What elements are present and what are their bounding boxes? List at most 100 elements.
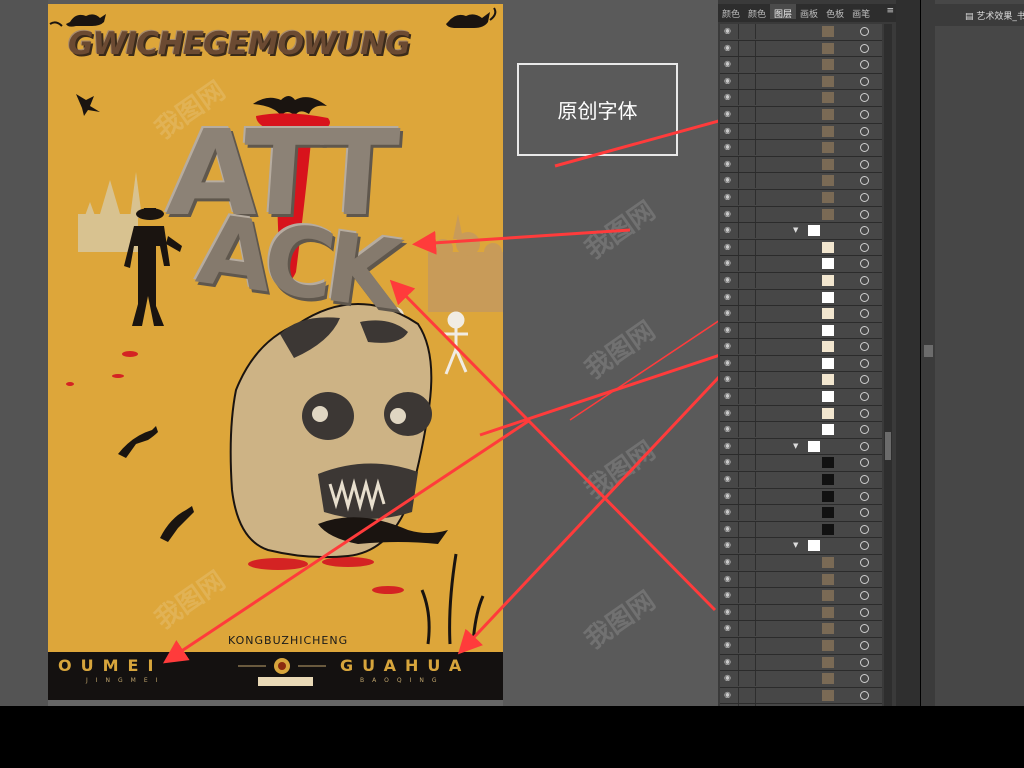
layer-target-circle[interactable] bbox=[860, 159, 869, 169]
visibility-eye-icon[interactable]: ◉ bbox=[724, 309, 733, 317]
layer-target-circle[interactable] bbox=[860, 441, 869, 451]
lock-toggle[interactable] bbox=[738, 671, 756, 687]
lock-toggle[interactable] bbox=[738, 405, 756, 421]
expand-triangle-icon[interactable]: ▼ bbox=[793, 541, 798, 549]
lock-toggle[interactable] bbox=[738, 140, 756, 156]
layer-row[interactable]: ◉ bbox=[720, 355, 882, 373]
layer-target-circle[interactable] bbox=[860, 192, 869, 202]
layer-target-circle[interactable] bbox=[860, 375, 869, 385]
visibility-eye-icon[interactable]: ◉ bbox=[724, 624, 733, 632]
visibility-eye-icon[interactable]: ◉ bbox=[724, 325, 733, 334]
layer-row[interactable]: ◉ bbox=[720, 671, 882, 688]
lock-toggle[interactable] bbox=[738, 24, 756, 39]
layer-row[interactable]: ◉ bbox=[720, 339, 882, 356]
lock-toggle[interactable] bbox=[738, 472, 756, 488]
visibility-eye-icon[interactable]: ◉ bbox=[724, 591, 733, 599]
lock-toggle[interactable] bbox=[738, 621, 756, 637]
visibility-eye-icon[interactable]: ◉ bbox=[724, 441, 733, 450]
layer-row[interactable]: ◉ bbox=[720, 156, 882, 174]
layer-target-circle[interactable] bbox=[860, 259, 869, 269]
layer-target-circle[interactable] bbox=[860, 358, 869, 368]
lock-toggle[interactable] bbox=[738, 604, 756, 620]
layer-row[interactable]: ◉ bbox=[720, 422, 882, 439]
lock-toggle[interactable] bbox=[738, 289, 756, 305]
layer-row[interactable]: ◉ bbox=[720, 206, 882, 224]
visibility-eye-icon[interactable]: ◉ bbox=[724, 408, 733, 417]
lock-toggle[interactable] bbox=[738, 637, 756, 653]
lock-toggle[interactable] bbox=[738, 322, 756, 338]
tab-color-2[interactable]: 颜色 bbox=[744, 4, 770, 20]
visibility-eye-icon[interactable]: ◉ bbox=[724, 358, 733, 367]
layer-target-circle[interactable] bbox=[860, 275, 869, 285]
visibility-eye-icon[interactable]: ◉ bbox=[724, 43, 733, 52]
visibility-eye-icon[interactable]: ◉ bbox=[724, 126, 733, 135]
visibility-eye-icon[interactable]: ◉ bbox=[724, 60, 733, 68]
tab-brushes[interactable]: 画笔 bbox=[848, 4, 874, 20]
lock-toggle[interactable] bbox=[738, 73, 756, 89]
layer-target-circle[interactable] bbox=[860, 491, 869, 501]
visibility-eye-icon[interactable]: ◉ bbox=[724, 292, 733, 301]
workspace-scroll-thumb[interactable] bbox=[924, 345, 933, 357]
lock-toggle[interactable] bbox=[738, 272, 756, 288]
layer-row[interactable]: ◉ bbox=[720, 306, 882, 323]
lock-toggle[interactable] bbox=[738, 372, 756, 388]
lock-toggle[interactable] bbox=[738, 339, 756, 355]
panel-menu-icon[interactable]: ≡ bbox=[886, 6, 894, 16]
layer-row[interactable]: ◉ bbox=[720, 106, 882, 124]
tab-artboards[interactable]: 画板 bbox=[796, 4, 822, 20]
lock-toggle[interactable] bbox=[738, 189, 756, 205]
layer-target-circle[interactable] bbox=[860, 458, 869, 468]
visibility-eye-icon[interactable]: ◉ bbox=[724, 657, 733, 666]
visibility-eye-icon[interactable]: ◉ bbox=[724, 226, 733, 234]
layer-target-circle[interactable] bbox=[860, 109, 869, 119]
visibility-eye-icon[interactable]: ◉ bbox=[724, 76, 733, 85]
layer-row[interactable]: ◉ bbox=[720, 90, 882, 107]
layer-row[interactable]: ◉ ▼ bbox=[720, 223, 882, 240]
layer-target-circle[interactable] bbox=[860, 392, 869, 402]
visibility-eye-icon[interactable]: ◉ bbox=[724, 475, 733, 483]
visibility-eye-icon[interactable]: ◉ bbox=[724, 259, 733, 267]
layer-row[interactable]: ◉ bbox=[720, 654, 882, 672]
lock-toggle[interactable] bbox=[738, 256, 756, 272]
expand-triangle-icon[interactable]: ▼ bbox=[793, 226, 798, 234]
layer-target-circle[interactable] bbox=[860, 475, 869, 485]
lock-toggle[interactable] bbox=[738, 123, 756, 139]
lock-toggle[interactable] bbox=[738, 422, 756, 438]
visibility-eye-icon[interactable]: ◉ bbox=[724, 425, 733, 433]
lock-toggle[interactable] bbox=[738, 389, 756, 405]
visibility-eye-icon[interactable]: ◉ bbox=[724, 27, 733, 35]
visibility-eye-icon[interactable]: ◉ bbox=[724, 192, 733, 201]
layer-row[interactable]: ◉ bbox=[720, 40, 882, 58]
visibility-eye-icon[interactable]: ◉ bbox=[724, 275, 733, 284]
lock-toggle[interactable] bbox=[738, 90, 756, 106]
layer-target-circle[interactable] bbox=[860, 325, 869, 335]
lock-toggle[interactable] bbox=[738, 538, 756, 554]
tab-swatches[interactable]: 色板 bbox=[822, 4, 848, 20]
layer-row[interactable]: ◉ bbox=[720, 405, 882, 423]
layer-row[interactable]: ◉ bbox=[720, 555, 882, 572]
layer-row[interactable]: ◉ bbox=[720, 687, 882, 705]
layer-row[interactable]: ◉ bbox=[720, 488, 882, 506]
layer-row[interactable]: ◉ bbox=[720, 322, 882, 340]
layer-target-circle[interactable] bbox=[860, 342, 869, 352]
layer-row[interactable]: ◉ ▼ bbox=[720, 438, 882, 456]
layer-row[interactable]: ◉ bbox=[720, 57, 882, 74]
poster-artboard[interactable]: GWICHEGEMOWUNG ATT ACK KONGBUZHICHENG OU… bbox=[48, 4, 503, 700]
layer-target-circle[interactable] bbox=[860, 309, 869, 319]
layer-row[interactable]: ◉ bbox=[720, 73, 882, 91]
lock-toggle[interactable] bbox=[738, 239, 756, 255]
layer-row[interactable]: ◉ bbox=[720, 24, 882, 41]
visibility-eye-icon[interactable]: ◉ bbox=[724, 640, 733, 649]
layer-target-circle[interactable] bbox=[860, 524, 869, 534]
tab-layers[interactable]: 图层 bbox=[770, 4, 797, 20]
layer-target-circle[interactable] bbox=[860, 657, 869, 667]
layer-row[interactable]: ◉ bbox=[720, 505, 882, 522]
layer-target-circle[interactable] bbox=[860, 226, 869, 236]
layers-scrollbar[interactable] bbox=[884, 24, 892, 706]
layer-row[interactable]: ◉ bbox=[720, 389, 882, 406]
layer-row[interactable]: ◉ bbox=[720, 588, 882, 605]
lock-toggle[interactable] bbox=[738, 521, 756, 537]
visibility-eye-icon[interactable]: ◉ bbox=[724, 541, 733, 549]
layer-row[interactable]: ◉ bbox=[720, 256, 882, 273]
visibility-eye-icon[interactable]: ◉ bbox=[724, 458, 733, 466]
